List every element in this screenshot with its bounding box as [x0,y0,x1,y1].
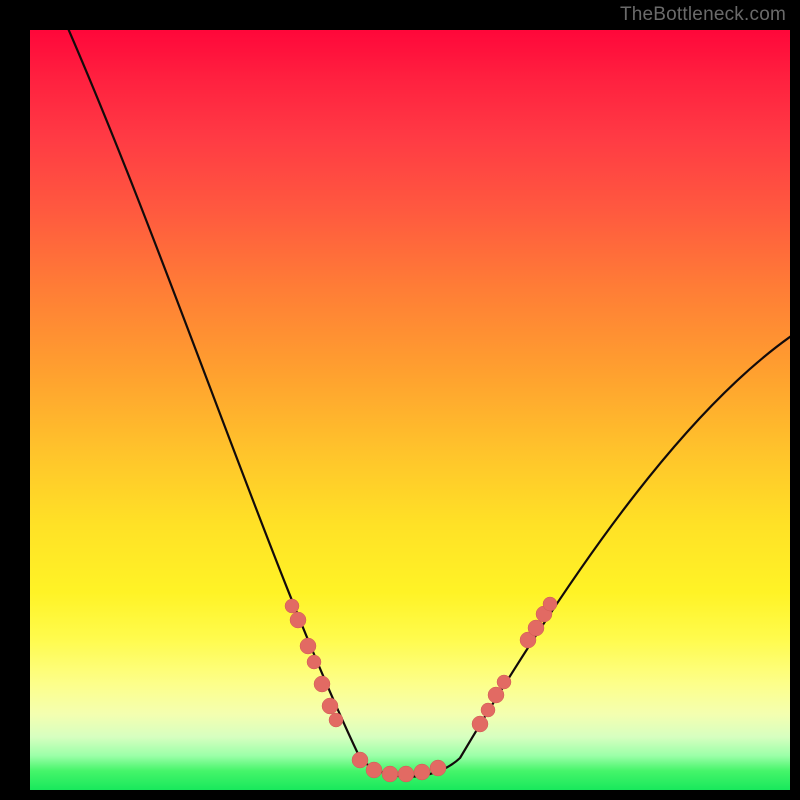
curve-marker [314,676,330,692]
curve-marker [488,687,504,703]
curve-marker [543,597,557,611]
chart-frame: TheBottleneck.com [0,0,800,800]
curve-marker [352,752,368,768]
curve-marker [322,698,338,714]
watermark-text: TheBottleneck.com [620,4,786,26]
curve-marker [481,703,495,717]
curve-marker [285,599,299,613]
curve-marker [472,716,488,732]
curve-marker [497,675,511,689]
bottleneck-curve [30,30,790,790]
marker-layer [285,597,557,782]
curve-marker [528,620,544,636]
curve-marker [414,764,430,780]
curve-path [60,30,790,777]
curve-marker [307,655,321,669]
curve-marker [290,612,306,628]
curve-marker [366,762,382,778]
curve-marker [430,760,446,776]
curve-marker [329,713,343,727]
plot-area [30,30,790,790]
curve-marker [300,638,316,654]
curve-marker [398,766,414,782]
curve-marker [382,766,398,782]
